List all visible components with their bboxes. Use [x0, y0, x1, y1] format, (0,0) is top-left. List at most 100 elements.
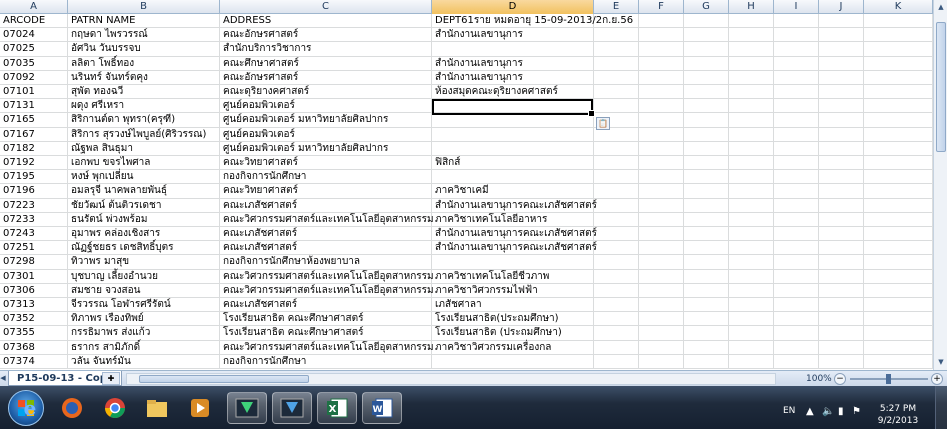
cell[interactable]	[774, 255, 819, 270]
sheet-nav-icon[interactable]: ◀	[0, 373, 8, 384]
cell[interactable]	[684, 170, 729, 185]
cell[interactable]	[774, 298, 819, 313]
cell[interactable]: 07195	[0, 170, 68, 185]
cell[interactable]	[729, 212, 774, 227]
cell[interactable]	[594, 141, 639, 156]
cell[interactable]: อมลรุจี นาคพลายพันธุ์	[68, 184, 220, 199]
app-window-1-icon[interactable]	[227, 392, 267, 424]
cell[interactable]	[432, 42, 594, 57]
cell[interactable]	[819, 28, 864, 43]
cell[interactable]	[774, 56, 819, 71]
cell[interactable]	[864, 56, 933, 71]
cell[interactable]	[594, 283, 639, 298]
cell[interactable]	[594, 326, 639, 341]
cell[interactable]	[639, 354, 684, 369]
cell[interactable]: โรงเรียนสาธิต คณะศึกษาศาสตร์	[220, 326, 432, 341]
vertical-scrollbar[interactable]: ▲ ▼	[933, 0, 947, 370]
cell[interactable]	[639, 56, 684, 71]
cell[interactable]	[864, 99, 933, 114]
cell[interactable]: สิริการ สุรวงษ์ไพบูลย์(ศิริวรรณ)	[68, 127, 220, 142]
cell[interactable]	[639, 326, 684, 341]
cell[interactable]	[684, 56, 729, 71]
cell[interactable]: คณะอักษรศาสตร์	[220, 70, 432, 85]
cell[interactable]	[774, 184, 819, 199]
column-header-a[interactable]: A	[0, 0, 68, 14]
cell[interactable]	[684, 70, 729, 85]
cell[interactable]	[639, 99, 684, 114]
cell[interactable]: ผดุง ศรีเหรา	[68, 99, 220, 114]
cell[interactable]: ณัฐพล สินธุมา	[68, 141, 220, 156]
cell[interactable]: สำนักบริการวิชาการ	[220, 42, 432, 57]
clock-date[interactable]: 9/2/2013	[868, 416, 928, 426]
cell[interactable]	[774, 113, 819, 128]
cell[interactable]: สำนักงานเลขานุการ	[432, 70, 594, 85]
show-desktop-button[interactable]	[935, 386, 947, 429]
cell[interactable]	[729, 241, 774, 256]
cell[interactable]	[684, 85, 729, 100]
cell[interactable]	[639, 227, 684, 242]
cell[interactable]: ทิภาพร เรืองทิพย์	[68, 312, 220, 327]
cell[interactable]	[774, 269, 819, 284]
cell[interactable]	[774, 227, 819, 242]
cell[interactable]	[639, 70, 684, 85]
cell[interactable]	[594, 56, 639, 71]
cell[interactable]	[594, 354, 639, 369]
cell[interactable]	[594, 298, 639, 313]
cell[interactable]	[594, 42, 639, 57]
cell[interactable]	[819, 255, 864, 270]
cell[interactable]	[639, 212, 684, 227]
cell[interactable]	[639, 283, 684, 298]
zoom-slider-thumb[interactable]	[886, 374, 891, 384]
cell[interactable]	[639, 113, 684, 128]
cell[interactable]	[432, 255, 594, 270]
cell[interactable]: ศูนย์คอมพิวเตอร์ มหาวิทยาลัยศิลปากร	[220, 113, 432, 128]
cell[interactable]: 07298	[0, 255, 68, 270]
horizontal-scrollbar[interactable]	[126, 373, 776, 385]
cell[interactable]: PATRN NAME	[68, 14, 220, 29]
show-hidden-icons-icon[interactable]: ▲	[806, 406, 814, 417]
cell[interactable]	[774, 156, 819, 171]
cell[interactable]	[819, 85, 864, 100]
cell[interactable]: ศูนย์คอมพิวเตอร์	[220, 127, 432, 142]
cell[interactable]: ลลิตา โพธิ์ทอง	[68, 56, 220, 71]
cell[interactable]	[774, 28, 819, 43]
vertical-scroll-thumb[interactable]	[936, 22, 946, 152]
cell[interactable]	[864, 198, 933, 213]
column-header-k[interactable]: K	[864, 0, 933, 14]
cell[interactable]	[819, 70, 864, 85]
cell[interactable]	[684, 255, 729, 270]
cell[interactable]	[819, 14, 864, 29]
cell[interactable]	[639, 269, 684, 284]
cell[interactable]	[684, 212, 729, 227]
cell[interactable]: กฤษดา ไพรวรรณ์	[68, 28, 220, 43]
cell[interactable]	[819, 227, 864, 242]
cell[interactable]: คณะวิทยาศาสตร์	[220, 156, 432, 171]
cell[interactable]: กองกิจการนักศึกษา	[220, 170, 432, 185]
cell[interactable]	[819, 141, 864, 156]
cell[interactable]	[864, 184, 933, 199]
column-header-j[interactable]: J	[819, 0, 864, 14]
cell[interactable]	[432, 354, 594, 369]
cell[interactable]: ศูนย์คอมพิวเตอร์	[220, 99, 432, 114]
cell[interactable]	[639, 198, 684, 213]
cell[interactable]	[432, 99, 594, 114]
cell[interactable]	[774, 170, 819, 185]
cell[interactable]: 07301	[0, 269, 68, 284]
cell[interactable]	[819, 170, 864, 185]
cell[interactable]: บุชบาญ เลี้ยงอำนวย	[68, 269, 220, 284]
cell[interactable]	[729, 312, 774, 327]
cell[interactable]	[819, 56, 864, 71]
cell[interactable]: 07165	[0, 113, 68, 128]
cell[interactable]	[639, 127, 684, 142]
cell[interactable]	[729, 14, 774, 29]
cell[interactable]: คณะวิศวกรรมศาสตร์และเทคโนโลยีอุตสาหกรรม	[220, 283, 434, 298]
network-icon[interactable]: ▮	[838, 406, 844, 417]
cell[interactable]: ณัฏฐ์ชยธร เดชสิทธิ์บุตร	[68, 241, 220, 256]
cell[interactable]: ศูนย์คอมพิวเตอร์ มหาวิทยาลัยศิลปากร	[220, 141, 432, 156]
cell[interactable]	[684, 354, 729, 369]
cell[interactable]: คณะวิศวกรรมศาสตร์และเทคโนโลยีอุตสาหกรรม	[220, 212, 434, 227]
cell[interactable]	[729, 141, 774, 156]
cell[interactable]	[594, 70, 639, 85]
cell[interactable]	[864, 42, 933, 57]
cell[interactable]: 07101	[0, 85, 68, 100]
